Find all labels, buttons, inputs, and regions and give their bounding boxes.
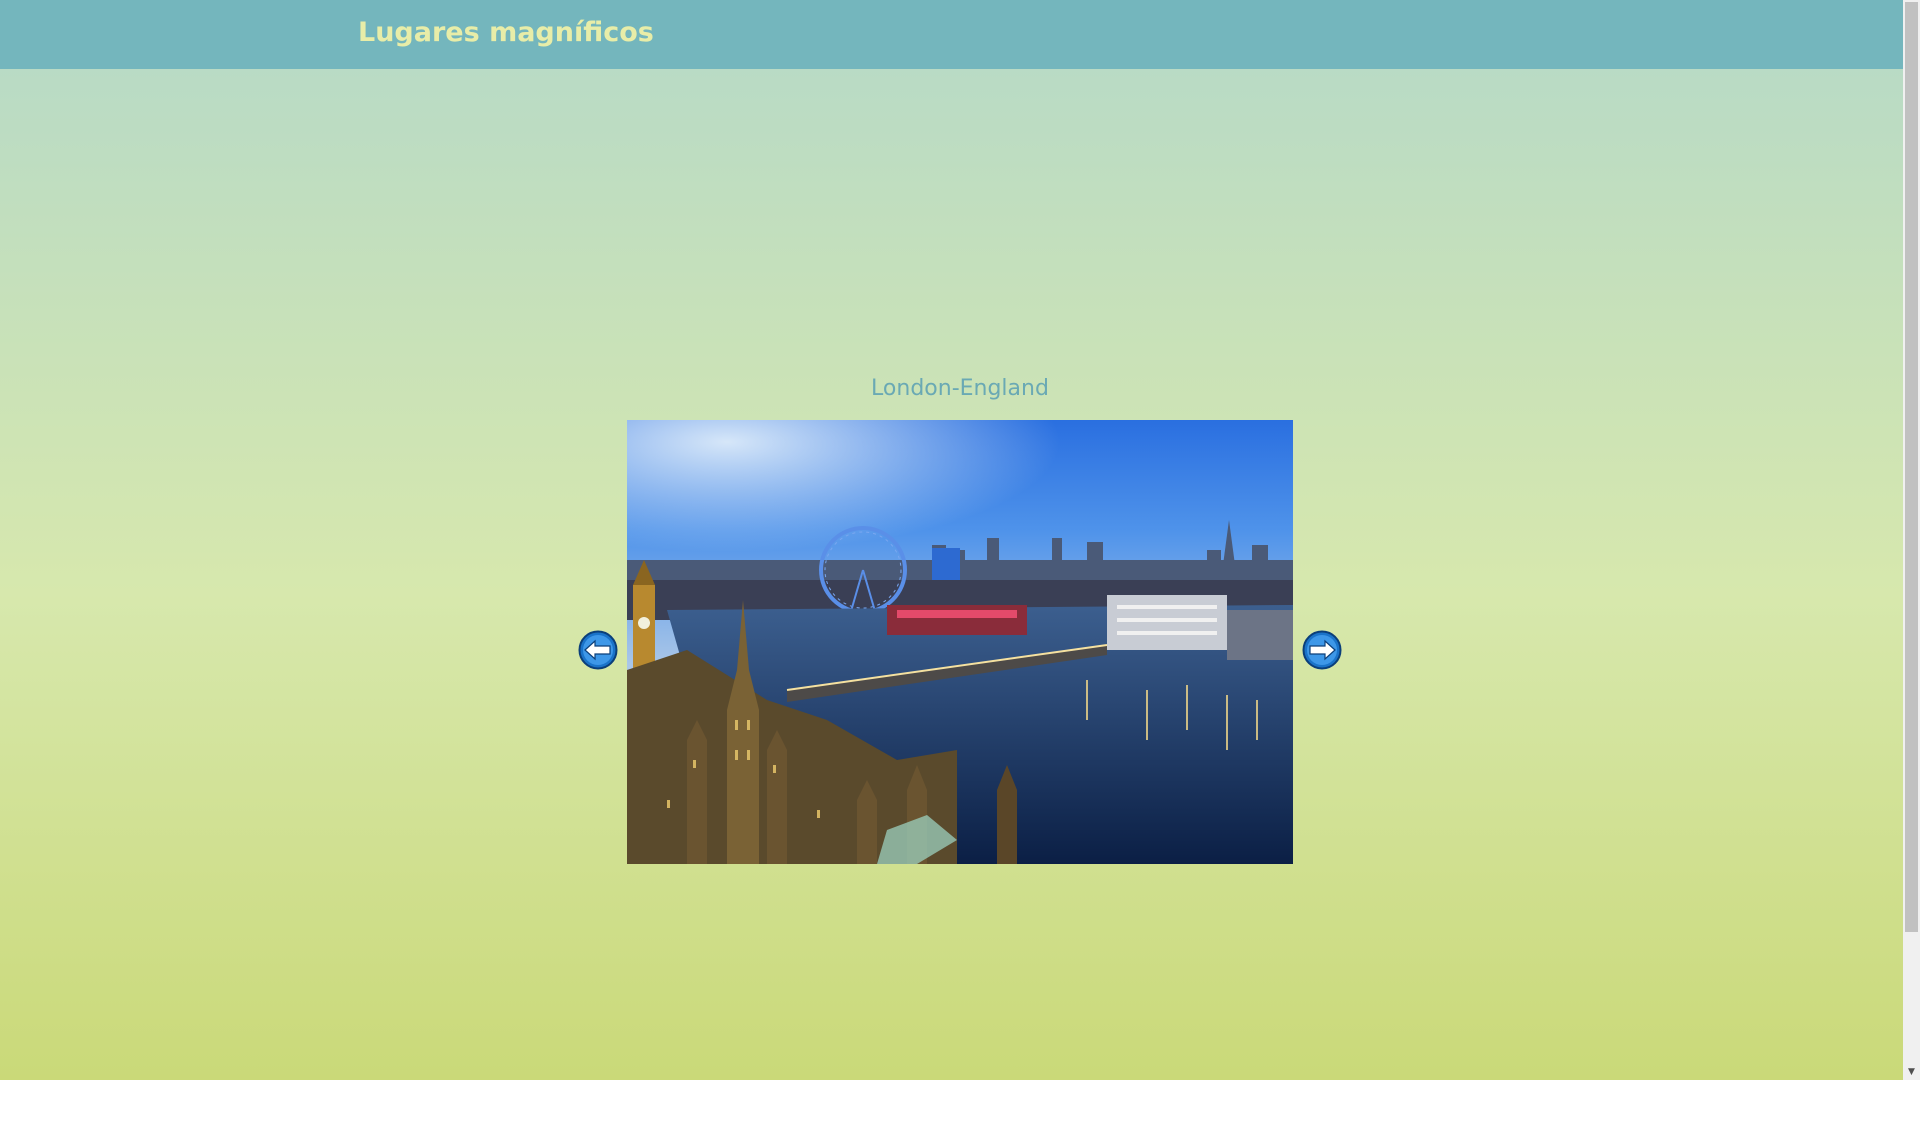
slide-image [627, 420, 1293, 864]
page-background: Lugares magníficos London-England [0, 0, 1903, 1080]
next-slide-button[interactable] [1302, 630, 1342, 670]
arrow-left-circle-icon [578, 630, 618, 670]
browser-viewport: Lugares magníficos London-England ▼ [0, 0, 1920, 1080]
site-title: Lugares magníficos [358, 17, 654, 48]
arrow-right-circle-icon [1302, 630, 1342, 670]
header-bar: Lugares magníficos [0, 0, 1903, 69]
previous-slide-button[interactable] [578, 630, 618, 670]
scroll-down-arrow-icon[interactable]: ▼ [1903, 1065, 1920, 1079]
london-photo [627, 420, 1293, 864]
slide-caption: London-England [871, 376, 1049, 401]
vertical-scrollbar[interactable]: ▲ ▼ [1903, 0, 1920, 1080]
scroll-thumb[interactable] [1905, 2, 1918, 932]
